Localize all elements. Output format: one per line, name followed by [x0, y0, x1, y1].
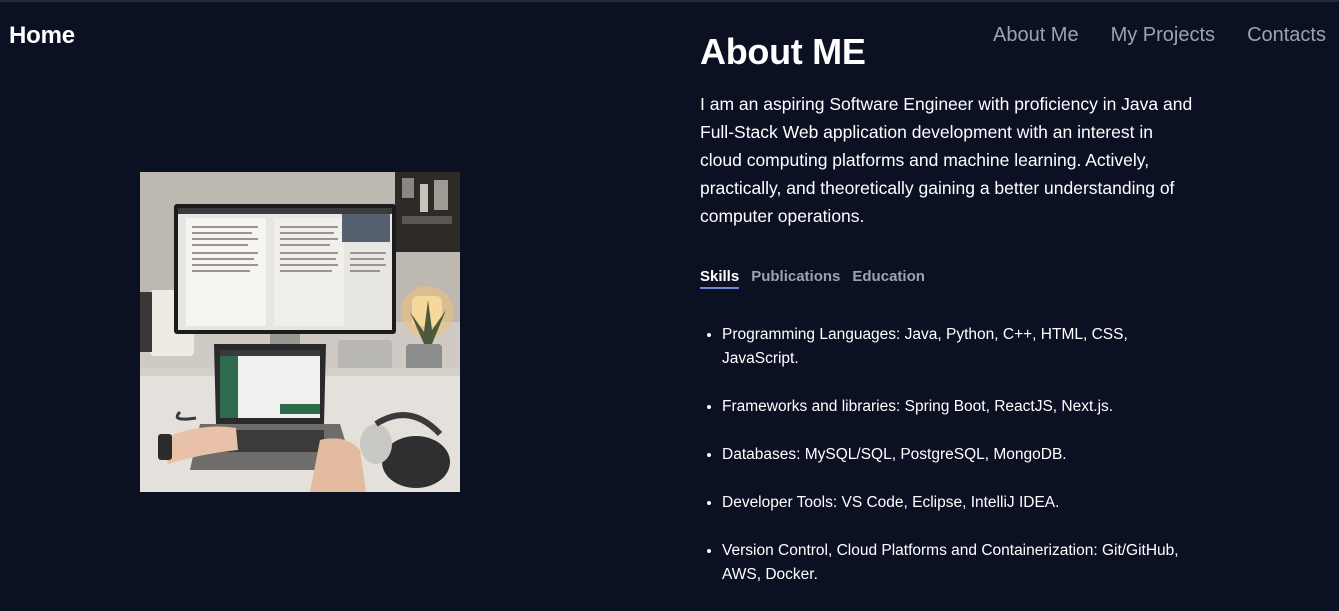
tab-education[interactable]: Education: [852, 268, 925, 289]
home-link[interactable]: Home: [9, 22, 75, 50]
workspace-photo: [140, 172, 460, 492]
list-item: Databases: MySQL/SQL, PostgreSQL, MongoD…: [722, 443, 1192, 467]
skills-list: Programming Languages: Java, Python, C++…: [700, 323, 1192, 587]
list-item: Version Control, Cloud Platforms and Con…: [722, 539, 1192, 587]
list-item: Programming Languages: Java, Python, C++…: [722, 323, 1192, 371]
tab-publications[interactable]: Publications: [751, 268, 840, 289]
about-section: About ME I am an aspiring Software Engin…: [700, 30, 1200, 611]
list-item: Developer Tools: VS Code, Eclipse, Intel…: [722, 491, 1192, 515]
top-border: [0, 0, 1339, 2]
about-title: About ME: [700, 31, 866, 72]
tab-skills[interactable]: Skills: [700, 268, 740, 289]
list-item: Frameworks and libraries: Spring Boot, R…: [722, 395, 1192, 419]
about-bio: I am an aspiring Software Engineer with …: [700, 94, 1193, 226]
about-tabs: Skills Publications Education: [700, 268, 1200, 289]
nav-contacts[interactable]: Contacts: [1247, 24, 1326, 47]
